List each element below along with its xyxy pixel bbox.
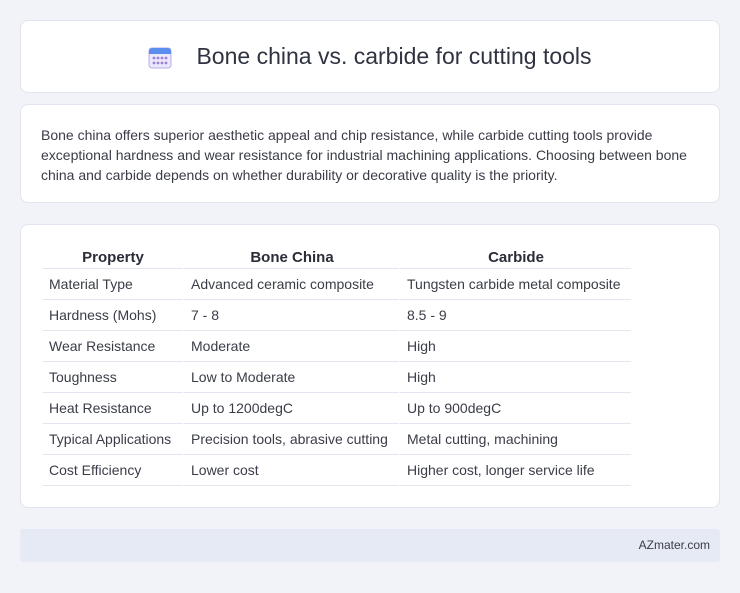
table-row: Heat Resistance Up to 1200degC Up to 900… [43,393,631,424]
title-card: Bone china vs. carbide for cutting tools [20,20,720,93]
carbide-cell: Higher cost, longer service life [399,455,631,486]
table-row: Toughness Low to Moderate High [43,362,631,393]
bone-china-cell: Lower cost [183,455,399,486]
carbide-cell: Tungsten carbide metal composite [399,269,631,300]
carbide-cell: High [399,362,631,393]
carbide-cell: Up to 900degC [399,393,631,424]
bone-china-cell: Advanced ceramic composite [183,269,399,300]
property-cell: Hardness (Mohs) [43,300,183,331]
table-row: Cost Efficiency Lower cost Higher cost, … [43,455,631,486]
bone-china-cell: Low to Moderate [183,362,399,393]
comparison-table: Property Bone China Carbide Material Typ… [43,249,631,486]
property-cell: Wear Resistance [43,331,183,362]
carbide-cell: 8.5 - 9 [399,300,631,331]
bone-china-cell: Moderate [183,331,399,362]
carbide-cell: High [399,331,631,362]
carbide-cell: Metal cutting, machining [399,424,631,455]
footer: AZmater.com [20,529,720,562]
table-row: Material Type Advanced ceramic composite… [43,269,631,300]
footer-site-link[interactable]: AZmater.com [639,538,710,552]
page-title: Bone china vs. carbide for cutting tools [196,43,592,69]
table-header-row: Property Bone China Carbide [43,249,631,269]
header-carbide: Carbide [399,249,631,269]
header-bone-china: Bone China [183,249,399,269]
table-row: Wear Resistance Moderate High [43,331,631,362]
table-row: Typical Applications Precision tools, ab… [43,424,631,455]
property-cell: Material Type [43,269,183,300]
intro-text: Bone china offers superior aesthetic app… [41,127,687,183]
bone-china-cell: Up to 1200degC [183,393,399,424]
property-cell: Heat Resistance [43,393,183,424]
property-cell: Cost Efficiency [43,455,183,486]
property-cell: Typical Applications [43,424,183,455]
bone-china-cell: 7 - 8 [183,300,399,331]
intro-card: Bone china offers superior aesthetic app… [20,104,720,203]
bone-china-cell: Precision tools, abrasive cutting [183,424,399,455]
calendar-icon [148,45,172,69]
property-cell: Toughness [43,362,183,393]
table-row: Hardness (Mohs) 7 - 8 8.5 - 9 [43,300,631,331]
header-property: Property [43,249,183,269]
comparison-card: Property Bone China Carbide Material Typ… [20,224,720,508]
